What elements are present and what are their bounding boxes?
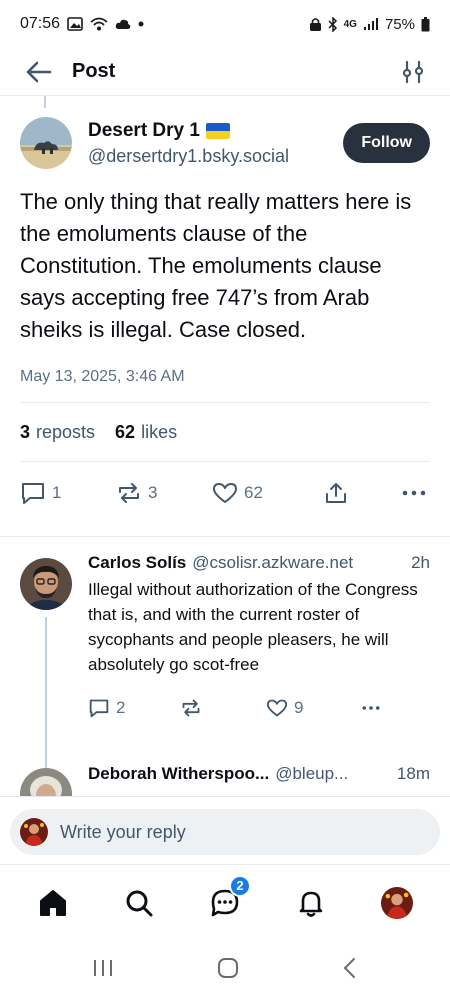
reply-icon: [89, 699, 109, 718]
main-post: Desert Dry 1 @dersertdry1.bsky.social Fo…: [0, 108, 450, 524]
page-header: Post: [0, 48, 450, 96]
reposts-count: 3: [20, 421, 31, 442]
likes-stat[interactable]: 62 likes: [115, 422, 177, 443]
post-actions: 1 3 62: [20, 462, 430, 524]
follow-button[interactable]: Follow: [343, 123, 430, 163]
page-title: Post: [72, 60, 116, 82]
system-nav: [0, 940, 450, 1000]
nav-home[interactable]: [31, 881, 75, 925]
nav-chat[interactable]: 2: [203, 874, 251, 925]
battery-icon: [421, 16, 430, 32]
status-time: 07:56: [20, 15, 61, 32]
post-timestamp: May 13, 2025, 3:46 AM: [20, 368, 185, 385]
repost-count: 3: [148, 483, 158, 502]
lock-icon: [309, 17, 322, 32]
avatar[interactable]: [20, 558, 72, 610]
post-author-row: Desert Dry 1 @dersertdry1.bsky.social Fo…: [20, 108, 430, 178]
wifi-icon: [90, 17, 108, 31]
share-button[interactable]: [324, 481, 400, 505]
likes-count: 62: [115, 421, 136, 442]
reply-button[interactable]: 2: [88, 698, 180, 718]
recents-button[interactable]: [92, 958, 114, 983]
repost-icon: [182, 699, 200, 717]
home-circle-icon: [217, 957, 238, 978]
author-display-name[interactable]: Desert Dry 1: [88, 120, 200, 142]
signal-icon: [363, 17, 379, 31]
search-icon: [126, 890, 153, 916]
gallery-icon: [67, 17, 83, 31]
filter-icon: [402, 60, 424, 83]
ukraine-flag-icon: [205, 122, 230, 139]
system-back-button[interactable]: [342, 957, 358, 984]
like-count: 62: [244, 483, 263, 502]
post-text: The only thing that really matters here …: [20, 189, 412, 342]
dot-icon: [138, 21, 144, 27]
reply-author-handle[interactable]: @csolisr.azkware.net: [192, 553, 353, 573]
reposts-stat[interactable]: 3 reposts: [20, 422, 95, 443]
reposts-label: reposts: [36, 421, 96, 442]
divider: [0, 536, 450, 537]
reply-time: 18m: [396, 764, 430, 783]
reply-author-name[interactable]: Carlos Solís: [88, 553, 186, 573]
likes-label: likes: [141, 421, 178, 442]
battery-percent: 75%: [384, 15, 415, 33]
reply-text: Illegal without authorization of the Con…: [88, 580, 418, 674]
nav-notifications[interactable]: [289, 881, 333, 925]
home-icon: [40, 889, 66, 916]
bell-icon: [299, 891, 323, 917]
compose-bar: Write your reply: [0, 796, 450, 864]
reply-input-placeholder: Write your reply: [60, 821, 186, 842]
recents-icon: [93, 959, 112, 976]
reply-item[interactable]: Deborah Witherspoo... @bleup... 18m: [20, 764, 430, 798]
thread-line: [44, 96, 46, 108]
reply-icon: [22, 483, 44, 504]
reply-actions: 2 9: [88, 691, 430, 725]
repost-button[interactable]: 3: [116, 481, 212, 505]
share-icon: [326, 483, 346, 503]
nav-search[interactable]: [117, 881, 161, 925]
chat-badge: 2: [229, 874, 251, 897]
like-button[interactable]: 62: [212, 481, 324, 505]
reply-button[interactable]: 1: [20, 481, 116, 505]
repost-icon: [119, 483, 139, 503]
bottom-nav: 2: [0, 864, 450, 940]
avatar[interactable]: [20, 117, 72, 169]
back-button[interactable]: [22, 55, 56, 89]
avatar: [381, 886, 413, 919]
heart-icon: [266, 699, 288, 717]
thread-settings-button[interactable]: [396, 55, 430, 89]
post-stats: 3 reposts 62 likes: [20, 403, 430, 461]
nav-profile[interactable]: [375, 881, 419, 925]
like-count: 9: [294, 698, 304, 717]
reply-author-handle[interactable]: @bleup...: [275, 764, 348, 784]
chevron-left-icon: [344, 957, 356, 978]
home-button[interactable]: [217, 957, 239, 984]
avatar[interactable]: [20, 768, 72, 798]
bluetooth-icon: [328, 16, 338, 32]
back-arrow-icon: [26, 61, 52, 82]
network-type: 4G: [343, 18, 357, 30]
more-icon: [402, 490, 426, 496]
more-icon: [362, 706, 380, 710]
more-options-button[interactable]: [360, 705, 382, 711]
reply-time: 2h: [411, 553, 430, 572]
avatar: [20, 818, 48, 846]
like-button[interactable]: 9: [266, 698, 352, 718]
status-bar: 07:56 4G 75%: [0, 0, 450, 48]
repost-button[interactable]: [180, 698, 266, 718]
reply-count: 2: [116, 698, 126, 717]
more-options-button[interactable]: [402, 489, 426, 497]
reply-item[interactable]: Carlos Solís @csolisr.azkware.net 2h Ill…: [20, 553, 430, 827]
reply-input[interactable]: Write your reply: [10, 809, 440, 855]
author-handle[interactable]: @dersertdry1.bsky.social: [88, 146, 289, 167]
cloud-icon: [115, 18, 131, 30]
reply-count: 1: [52, 483, 62, 502]
heart-icon: [213, 483, 237, 503]
reply-author-name[interactable]: Deborah Witherspoo...: [88, 764, 269, 784]
